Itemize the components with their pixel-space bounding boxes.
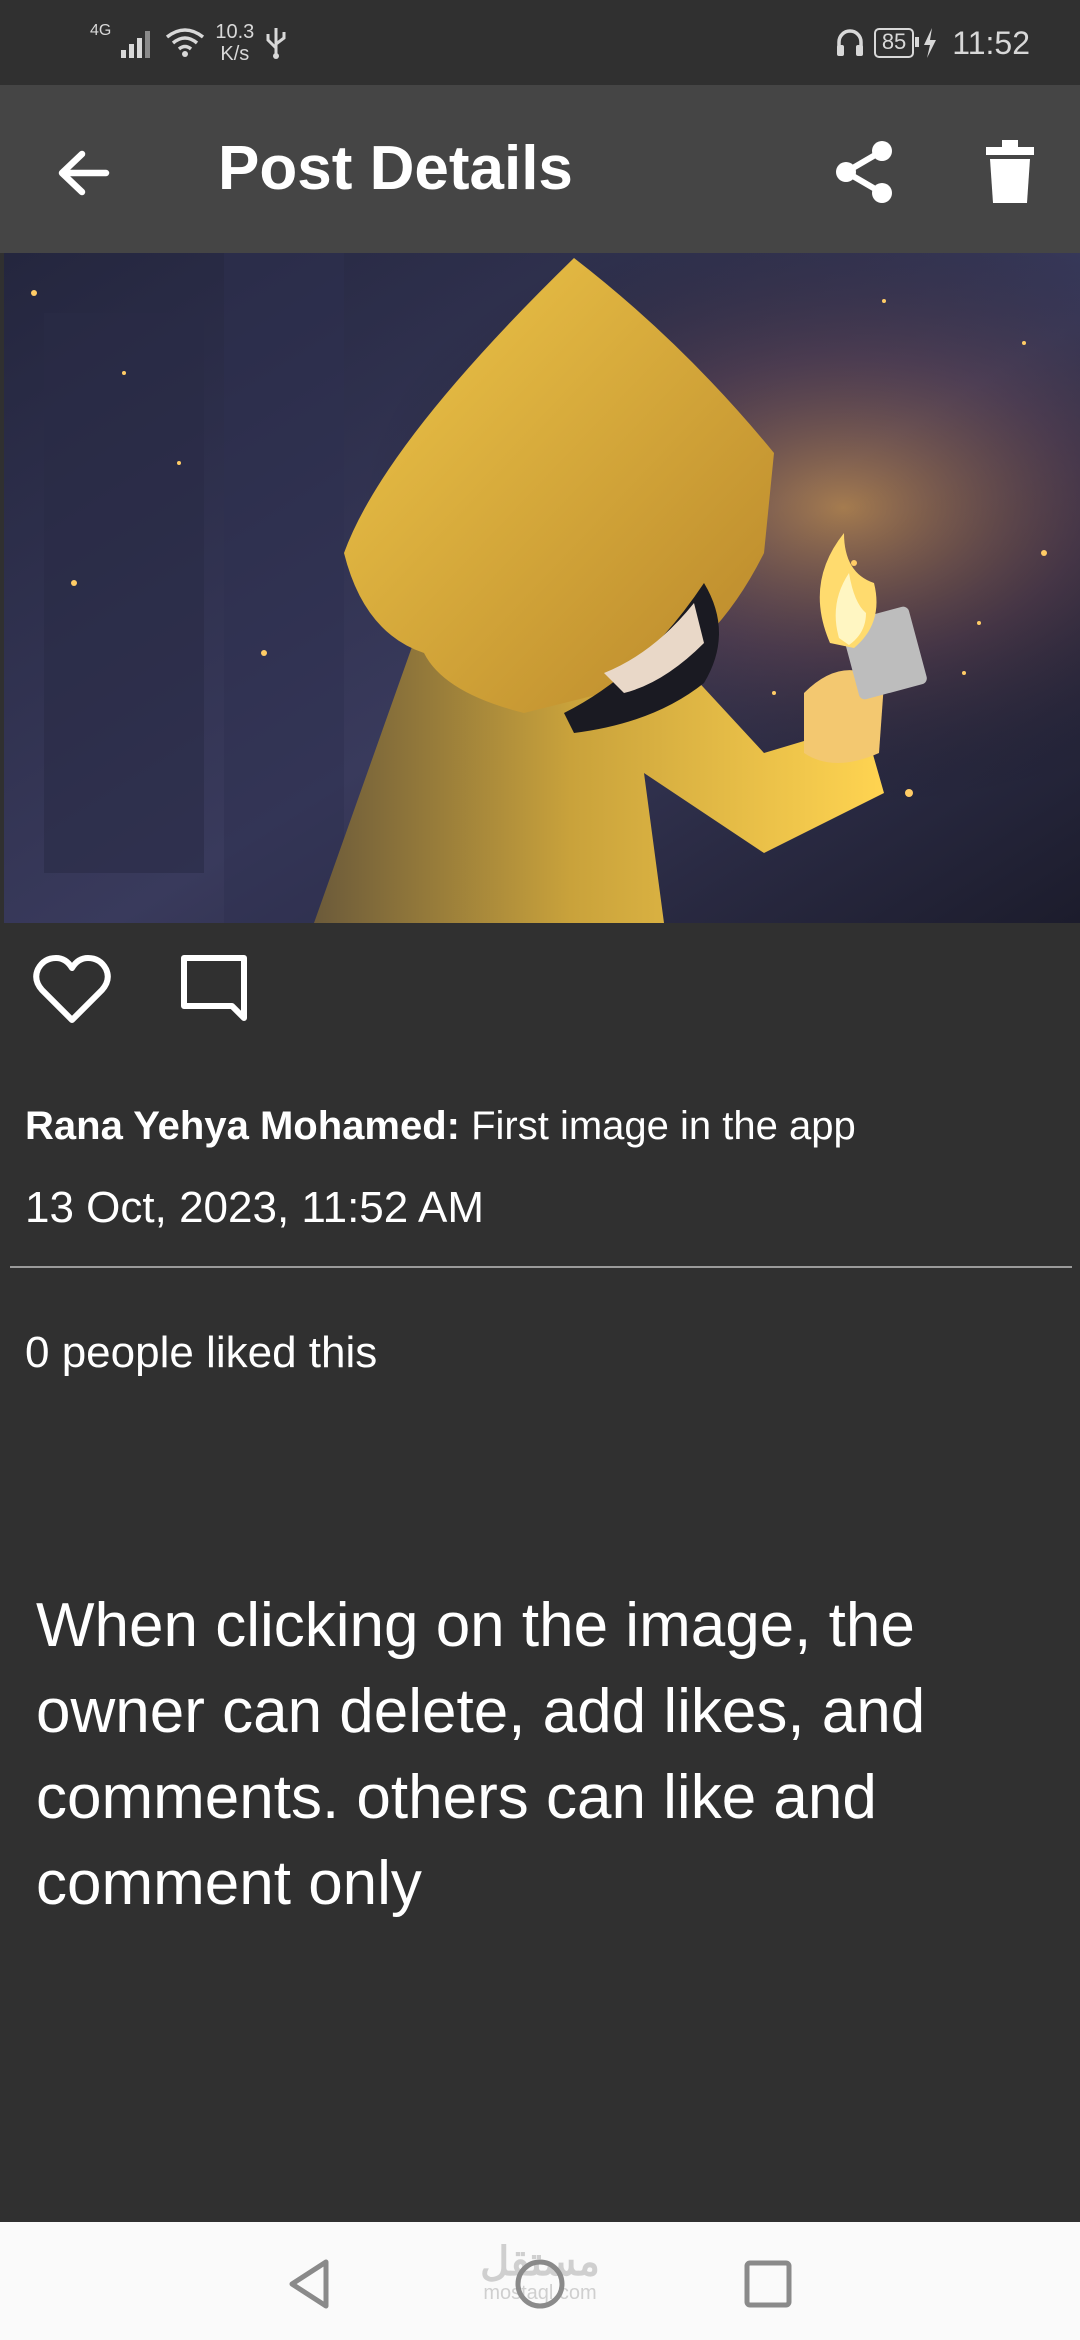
network-speed: 10.3 K/s [215, 21, 254, 65]
author-name: Rana Yehya Mohamed: [25, 1104, 460, 1148]
charging-icon [924, 28, 937, 58]
net-speed-unit: K/s [220, 43, 250, 65]
usb-icon [266, 28, 286, 59]
signal-icon [121, 31, 151, 58]
divider [10, 1266, 1072, 1268]
post-illustration [4, 253, 1080, 923]
post-caption: Rana Yehya Mohamed: First image in the a… [25, 1100, 856, 1152]
status-right: 85 11:52 [834, 18, 1030, 68]
system-nav-bar: مستقل mostaql.com [0, 2222, 1080, 2340]
likes-count[interactable]: 0 people liked this [25, 1325, 377, 1381]
recents-square-icon[interactable] [740, 2256, 796, 2312]
back-arrow-icon[interactable] [50, 139, 118, 207]
comment-icon[interactable] [178, 952, 250, 1024]
battery-icon: 85 [873, 28, 920, 58]
trash-icon[interactable] [975, 137, 1045, 207]
heart-icon[interactable] [30, 950, 114, 1030]
status-bar: 4G 10.3 K/s 85 11:52 [0, 0, 1080, 85]
wifi-icon [166, 28, 205, 57]
page-title: Post Details [218, 134, 573, 203]
net-speed-value: 10.3 [215, 21, 255, 43]
post-actions [0, 950, 1080, 1050]
annotation-note: When clicking on the image, the owner ca… [36, 1591, 926, 1918]
caption-text: First image in the app [471, 1104, 856, 1148]
clock: 11:52 [952, 24, 1030, 61]
home-circle-icon[interactable] [512, 2256, 568, 2312]
post-image[interactable] [4, 253, 1080, 923]
app-bar: Post Details [0, 85, 1080, 253]
network-type-label: 4G [90, 22, 112, 39]
headphones-icon [836, 29, 863, 56]
post-date: 13 Oct, 2023, 11:52 AM [25, 1183, 485, 1232]
status-left: 4G 10.3 K/s [90, 18, 288, 68]
back-triangle-icon[interactable] [282, 2256, 338, 2312]
share-icon[interactable] [830, 137, 900, 207]
